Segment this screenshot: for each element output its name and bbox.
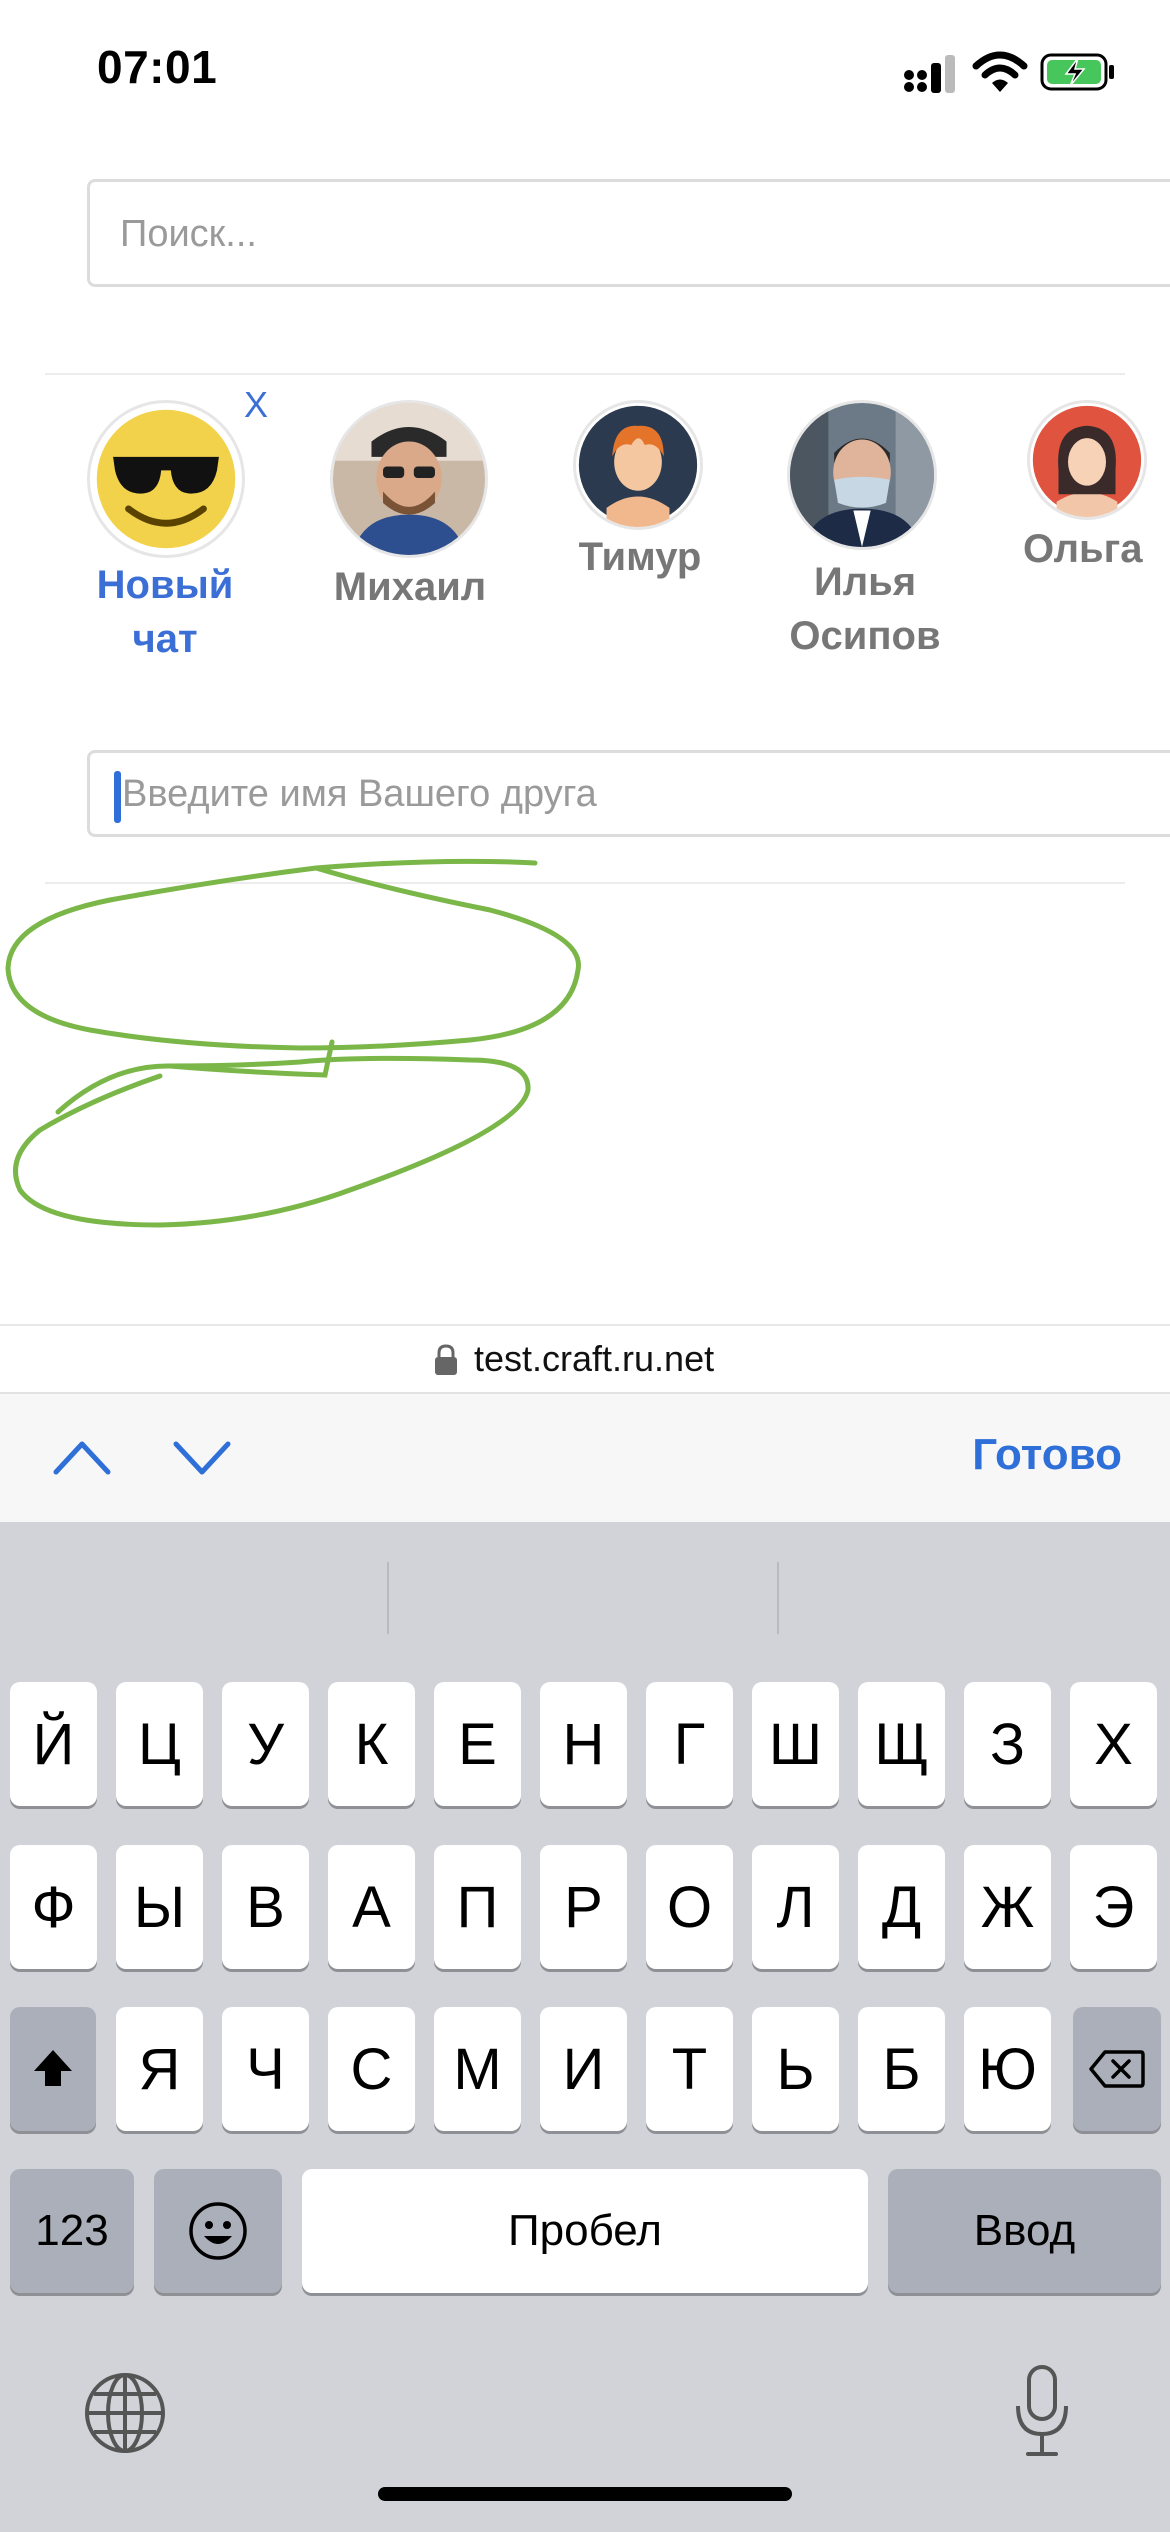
keyboard-accessory-toolbar: Готово	[0, 1392, 1170, 1524]
home-indicator	[378, 2487, 792, 2501]
battery-charging-icon	[1040, 53, 1114, 91]
avatar	[787, 400, 937, 550]
key-3-8[interactable]: Б	[858, 2007, 945, 2131]
contact-name: чат	[132, 617, 198, 661]
cartoon-woman-icon	[1032, 405, 1142, 517]
cartoon-person-icon	[578, 405, 698, 527]
lock-icon	[435, 1344, 457, 1375]
close-new-chat-button[interactable]: X	[244, 384, 268, 426]
suggestion-divider	[777, 1562, 779, 1634]
numbers-key[interactable]: 123	[10, 2169, 134, 2293]
key-2-2[interactable]: Ы	[116, 1845, 203, 1969]
annotation-scribble	[5, 858, 581, 1228]
key-1-5[interactable]: Е	[434, 1682, 521, 1806]
key-1-6[interactable]: Н	[540, 1682, 627, 1806]
key-1-10[interactable]: З	[964, 1682, 1051, 1806]
key-3-3[interactable]: С	[328, 2007, 415, 2131]
key-2-6[interactable]: Р	[540, 1845, 627, 1969]
key-2-1[interactable]: Ф	[10, 1845, 97, 1969]
new-chat-item[interactable]: Новый чат	[85, 400, 245, 680]
contact-name: Тимур	[578, 535, 702, 579]
done-button[interactable]: Готово	[972, 1430, 1122, 1480]
key-2-10[interactable]: Ж	[964, 1845, 1051, 1969]
friend-name-field[interactable]	[87, 750, 1170, 837]
key-3-9[interactable]: Ю	[964, 2007, 1051, 2131]
status-time: 07:01	[97, 41, 218, 93]
key-3-6[interactable]: Т	[646, 2007, 733, 2131]
key-1-7[interactable]: Г	[646, 1682, 733, 1806]
contact-name: Михаил	[333, 565, 487, 609]
key-2-4[interactable]: А	[328, 1845, 415, 1969]
key-2-11[interactable]: Э	[1070, 1845, 1157, 1969]
key-1-9[interactable]: Щ	[858, 1682, 945, 1806]
contact-name: Осипов	[789, 614, 941, 658]
key-3-4[interactable]: М	[434, 2007, 521, 2131]
search-box[interactable]	[87, 179, 1170, 287]
previous-field-button[interactable]	[50, 1434, 114, 1480]
avatar	[87, 400, 245, 558]
contact-name: Новый	[96, 563, 234, 607]
key-1-4[interactable]: К	[328, 1682, 415, 1806]
browser-url-bar[interactable]: test.craft.ru.net	[0, 1324, 1170, 1394]
key-1-2[interactable]: Ц	[116, 1682, 203, 1806]
person-photo-icon	[790, 403, 934, 547]
url-text: test.craft.ru.net	[474, 1338, 715, 1379]
microphone-icon[interactable]	[1012, 2364, 1072, 2460]
avatar	[330, 400, 488, 558]
contact-item-mikhail[interactable]: Михаил	[320, 400, 500, 620]
key-2-8[interactable]: Л	[752, 1845, 839, 1969]
emoji-icon	[189, 2202, 247, 2260]
next-field-button[interactable]	[170, 1434, 234, 1480]
contact-name: Ольга	[1023, 527, 1143, 571]
backspace-key[interactable]	[1073, 2007, 1161, 2131]
keyboard: ЙЦУКЕНГШЩЗХ ФЫВАПРОЛДЖЭ ЯЧСМИТЬБЮ 123 Пр…	[0, 1522, 1170, 2532]
suggestion-divider	[387, 1562, 389, 1634]
wifi-icon	[972, 51, 1028, 92]
divider	[45, 373, 1125, 375]
key-3-2[interactable]: Ч	[222, 2007, 309, 2131]
contact-name: Илья	[813, 560, 917, 604]
person-photo-icon	[333, 403, 485, 555]
key-2-9[interactable]: Д	[858, 1845, 945, 1969]
backspace-icon	[1089, 2050, 1145, 2088]
key-2-5[interactable]: П	[434, 1845, 521, 1969]
avatar	[573, 400, 703, 530]
space-key[interactable]: Пробел	[302, 2169, 868, 2293]
contact-item-ilya[interactable]: Илья Осипов	[775, 400, 955, 660]
contact-item-timur[interactable]: Тимур	[560, 400, 720, 590]
key-2-3[interactable]: В	[222, 1845, 309, 1969]
key-2-7[interactable]: О	[646, 1845, 733, 1969]
key-1-8[interactable]: Ш	[752, 1682, 839, 1806]
shift-icon	[34, 2050, 72, 2086]
avatar	[1027, 400, 1147, 520]
cellular-signal-icon	[904, 55, 955, 93]
friend-name-input[interactable]	[120, 753, 1124, 836]
search-input[interactable]	[118, 182, 1122, 286]
contact-item-olga[interactable]: Ольга	[1015, 400, 1170, 590]
shift-key[interactable]	[10, 2007, 96, 2131]
key-3-5[interactable]: И	[540, 2007, 627, 2131]
globe-icon[interactable]	[82, 2370, 168, 2456]
key-3-7[interactable]: Ь	[752, 2007, 839, 2131]
emoji-key[interactable]	[154, 2169, 282, 2293]
key-1-3[interactable]: У	[222, 1682, 309, 1806]
key-3-1[interactable]: Я	[116, 2007, 203, 2131]
key-1-1[interactable]: Й	[10, 1682, 97, 1806]
key-1-11[interactable]: Х	[1070, 1682, 1157, 1806]
sunglasses-emoji-icon	[96, 409, 236, 549]
return-key[interactable]: Ввод	[888, 2169, 1161, 2293]
